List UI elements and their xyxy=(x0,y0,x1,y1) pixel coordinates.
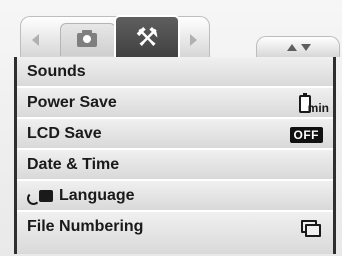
scroll-down-icon xyxy=(301,44,311,51)
menu-item-sounds[interactable]: Sounds xyxy=(17,57,333,88)
tab-strip: ⚒ xyxy=(12,10,340,59)
camera-lens xyxy=(83,35,91,43)
menu-item-file-numbering[interactable]: File Numbering xyxy=(17,212,333,254)
language-camera-icon xyxy=(27,190,53,205)
tab-right-arrow-icon[interactable] xyxy=(190,34,197,46)
scroll-up-icon xyxy=(287,44,297,51)
battery-cap xyxy=(303,93,307,96)
file-icon-front xyxy=(305,224,321,237)
menu-item-language[interactable]: Language xyxy=(17,181,333,212)
menu-item-label: Language xyxy=(59,187,135,204)
menu-item-date-time[interactable]: Date & Time xyxy=(17,150,333,181)
menu-item-lcd-save[interactable]: LCD Save OFF xyxy=(17,119,333,150)
menu-item-label: Date & Time xyxy=(27,156,120,173)
menu-item-label: LCD Save xyxy=(27,125,102,142)
menu-item-power-save[interactable]: Power Save min xyxy=(17,88,333,119)
page-scroll-indicator[interactable] xyxy=(256,36,340,57)
menu-item-label: Power Save xyxy=(27,94,117,111)
menu-item-label: File Numbering xyxy=(27,218,144,235)
menu-item-label: Sounds xyxy=(27,63,86,80)
power-save-unit: min xyxy=(307,101,329,115)
settings-menu: Sounds Power Save min LCD Save OFF Date … xyxy=(14,57,336,254)
tab-setup[interactable]: ⚒ xyxy=(114,15,180,59)
camera-setup-menu: ⚒ Sounds Power Save min LCD Save OFF Dat… xyxy=(0,0,342,256)
language-camera-body xyxy=(39,190,53,202)
file-numbering-icon xyxy=(301,220,321,237)
tab-left-arrow-icon[interactable] xyxy=(32,34,39,46)
wrench-screwdriver-icon: ⚒ xyxy=(135,23,159,53)
tab-camera[interactable] xyxy=(60,23,116,56)
lcd-save-status-badge: OFF xyxy=(289,127,323,143)
